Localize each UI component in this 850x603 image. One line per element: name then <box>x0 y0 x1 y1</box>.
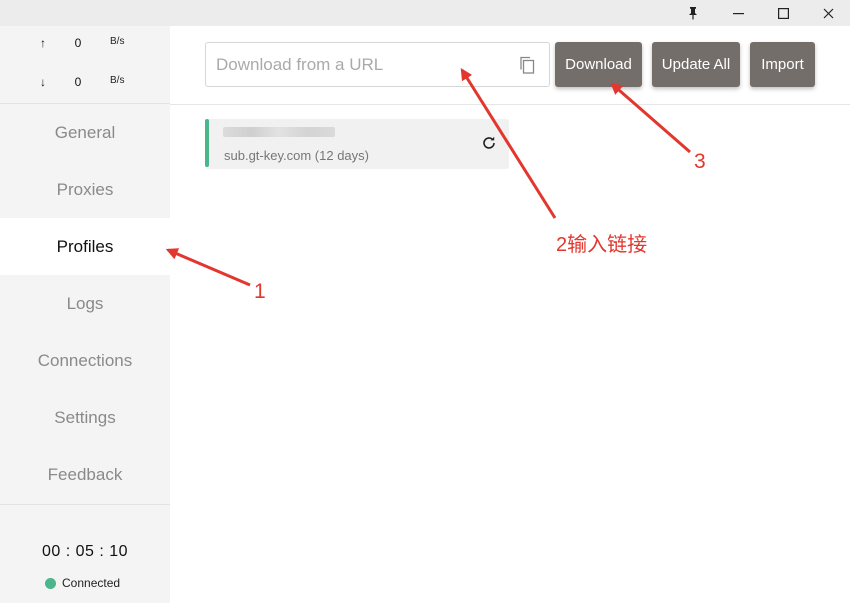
main-panel: Download Update All Import sub.gt-key.co… <box>170 26 850 603</box>
sidebar-item-settings[interactable]: Settings <box>0 389 170 446</box>
download-button[interactable]: Download <box>555 42 642 87</box>
sidebar-item-connections[interactable]: Connections <box>0 332 170 389</box>
title-bar <box>0 0 850 26</box>
pin-icon[interactable] <box>671 0 715 26</box>
close-icon[interactable] <box>806 0 850 26</box>
app-window: ↑ 0 B/s ↓ 0 B/s General Proxies Profiles… <box>0 0 850 603</box>
refresh-icon[interactable] <box>481 135 497 151</box>
annotation-label-3: 3 <box>694 150 706 173</box>
status-dot-icon <box>45 577 56 589</box>
annotation-label-2: 2输入链接 <box>556 234 648 256</box>
import-button[interactable]: Import <box>750 42 815 87</box>
sidebar: ↑ 0 B/s ↓ 0 B/s General Proxies Profiles… <box>0 26 170 603</box>
status-panel: 00 : 05 : 10 Connected <box>0 504 170 603</box>
profile-card[interactable]: sub.gt-key.com (12 days) <box>205 119 509 169</box>
upload-unit: B/s <box>110 36 125 47</box>
profile-subtitle: sub.gt-key.com (12 days) <box>224 148 369 163</box>
maximize-icon[interactable] <box>761 0 805 26</box>
sidebar-nav: General Proxies Profiles Logs Connection… <box>0 104 170 503</box>
connection-label: Connected <box>62 576 121 590</box>
connection-status: Connected <box>45 576 120 590</box>
download-rate: ↓ 0 B/s <box>0 75 170 95</box>
url-field <box>205 42 550 87</box>
url-input[interactable] <box>206 43 506 86</box>
download-value: 0 <box>74 75 82 89</box>
sidebar-item-proxies[interactable]: Proxies <box>0 161 170 218</box>
sidebar-item-general[interactable]: General <box>0 104 170 161</box>
paste-icon[interactable] <box>518 55 536 75</box>
upload-value: 0 <box>74 36 82 50</box>
upload-arrow-icon: ↑ <box>40 36 46 50</box>
sidebar-item-logs[interactable]: Logs <box>0 275 170 332</box>
update-all-button[interactable]: Update All <box>652 42 740 87</box>
traffic-panel: ↑ 0 B/s ↓ 0 B/s <box>0 26 170 104</box>
upload-rate: ↑ 0 B/s <box>0 36 170 56</box>
profile-name-blurred <box>223 127 335 137</box>
download-arrow-icon: ↓ <box>40 75 46 89</box>
uptime-timer: 00 : 05 : 10 <box>41 543 129 560</box>
sidebar-item-feedback[interactable]: Feedback <box>0 446 170 503</box>
download-unit: B/s <box>110 75 125 86</box>
annotation-label-1: 1 <box>254 280 266 303</box>
profile-active-indicator <box>205 119 209 167</box>
sidebar-item-profiles[interactable]: Profiles <box>0 218 170 275</box>
minimize-icon[interactable] <box>716 0 760 26</box>
toolbar: Download Update All Import <box>170 26 850 105</box>
